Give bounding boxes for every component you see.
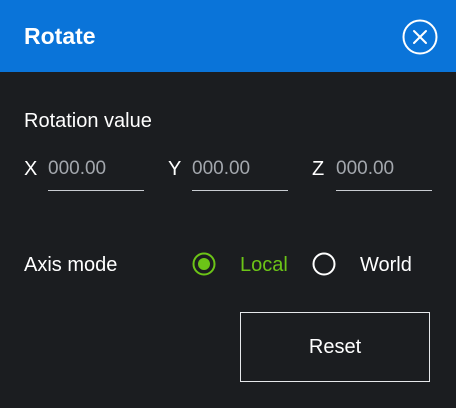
z-rotation-field — [336, 150, 432, 191]
radio-selected-icon — [192, 252, 216, 276]
axis-mode-label: Axis mode — [24, 254, 118, 276]
radio-world[interactable] — [312, 252, 336, 276]
z-axis-label: Z — [312, 158, 325, 180]
x-axis-label: X — [24, 158, 38, 180]
close-button[interactable] — [402, 19, 438, 55]
reset-button[interactable]: Reset — [240, 312, 430, 382]
radio-local-label[interactable]: Local — [240, 253, 288, 277]
x-rotation-input[interactable] — [48, 150, 144, 187]
close-icon — [402, 19, 438, 55]
dialog-header: Rotate — [0, 0, 456, 72]
radio-local[interactable] — [192, 252, 216, 276]
z-rotation-input[interactable] — [336, 150, 432, 187]
radio-world-label[interactable]: World — [360, 253, 412, 277]
dialog-title: Rotate — [24, 23, 96, 49]
y-axis-label: Y — [168, 158, 182, 180]
x-rotation-field — [48, 150, 144, 191]
y-rotation-field — [192, 150, 288, 191]
rotation-value-label: Rotation value — [24, 110, 152, 132]
y-rotation-input[interactable] — [192, 150, 288, 187]
radio-unselected-icon — [312, 252, 336, 276]
